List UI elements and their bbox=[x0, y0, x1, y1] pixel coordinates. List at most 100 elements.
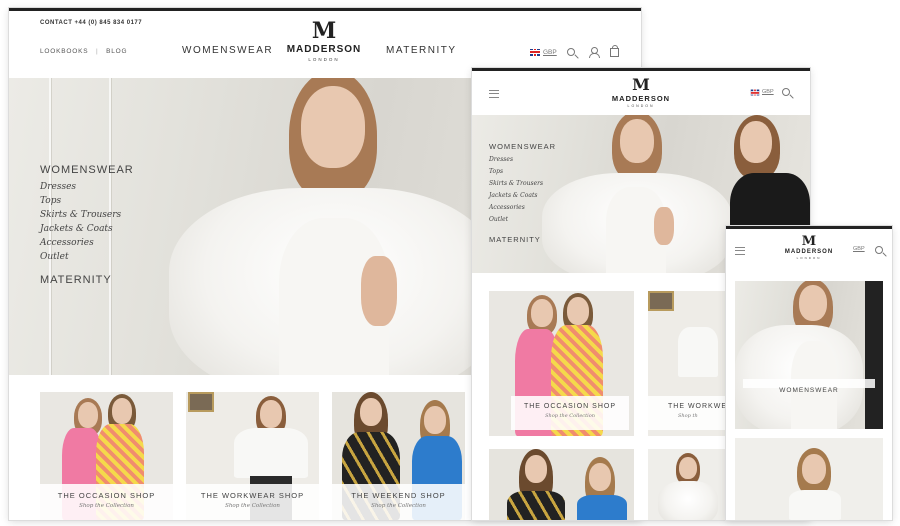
model-face bbox=[531, 299, 553, 327]
search-icon[interactable] bbox=[875, 246, 883, 254]
tile-title: THE OCCASION SHOP bbox=[57, 491, 156, 500]
logo-name: MADDERSON bbox=[611, 94, 671, 103]
currency-selector[interactable]: GBP bbox=[750, 89, 774, 96]
model-face bbox=[260, 400, 282, 428]
wall-painting bbox=[188, 392, 214, 412]
logo-name: MADDERSON bbox=[784, 249, 834, 255]
link-separator: | bbox=[96, 48, 99, 55]
tile-subtitle: Shop the Collection bbox=[225, 503, 280, 509]
tile-subtitle: Shop the Collection bbox=[545, 413, 595, 419]
model-face bbox=[799, 285, 827, 321]
tile-subtitle: Shop the Collection bbox=[371, 503, 426, 509]
tile-title: THE OCCASION SHOP bbox=[523, 403, 617, 410]
model-face bbox=[589, 463, 611, 491]
secondary-links: LOOKBOOKS | BLOG bbox=[40, 48, 127, 55]
hero-menu-title[interactable]: WOMENSWEAR bbox=[489, 142, 556, 151]
hero-menu-item[interactable]: Accessories bbox=[40, 238, 94, 248]
hero-menu-item[interactable]: Outlet bbox=[40, 252, 69, 262]
model-face bbox=[567, 297, 589, 325]
logo-subtitle: LONDON bbox=[627, 104, 655, 108]
currency-label: GBP bbox=[543, 48, 557, 56]
tile-title: THE WORKWEAR SHOP bbox=[200, 491, 305, 500]
tile-title: THE WORKWE bbox=[668, 403, 727, 410]
contact-phone[interactable]: CONTACT +44 (0) 845 834 0177 bbox=[40, 20, 142, 26]
hamburger-menu-icon[interactable] bbox=[489, 90, 499, 98]
occasion-shop-tile[interactable]: THE OCCASION SHOP Shop the Collection bbox=[40, 392, 173, 520]
mobile-top-bar bbox=[726, 226, 892, 229]
tile-title: THE WEEKEND SHOP bbox=[351, 491, 446, 500]
hamburger-menu-icon[interactable] bbox=[735, 247, 745, 255]
tile-caption: THE WORKWEAR SHOP Shop the Collection bbox=[186, 484, 319, 520]
hero-menu-item[interactable]: Jackets & Coats bbox=[489, 192, 537, 199]
mobile-second-tile[interactable] bbox=[735, 438, 883, 520]
logo-mark: M bbox=[632, 75, 650, 94]
search-icon[interactable] bbox=[781, 88, 790, 96]
hero-menu-item[interactable]: Outlet bbox=[489, 216, 508, 223]
logo-mark: M bbox=[801, 234, 817, 249]
model-face bbox=[802, 454, 826, 484]
mobile-brand-logo[interactable]: M MADDERSON LONDON bbox=[782, 235, 836, 260]
fur-jacket bbox=[658, 481, 718, 520]
header-tools: GBP bbox=[530, 44, 619, 58]
nav-womenswear[interactable]: WOMENSWEAR bbox=[182, 45, 273, 56]
hero-menu-item[interactable]: Tops bbox=[489, 168, 503, 175]
search-icon[interactable] bbox=[566, 48, 575, 56]
white-blouse bbox=[234, 428, 308, 478]
weekend-shop-tile[interactable]: THE WEEKEND SHOP Shop the Collection bbox=[332, 392, 465, 520]
currency-label: GBP bbox=[762, 89, 774, 95]
logo-subtitle: LONDON bbox=[796, 256, 822, 260]
logo-mark: M bbox=[311, 18, 337, 44]
brand-logo[interactable]: M MADDERSON LONDON bbox=[284, 20, 364, 62]
logo-name: MADDERSON bbox=[286, 44, 362, 55]
tile-caption: THE WORKWE Shop th bbox=[648, 396, 728, 430]
hero-menu-item[interactable]: Accessories bbox=[489, 204, 525, 211]
tile-subtitle: Shop the Collection bbox=[79, 503, 134, 509]
hero-model bbox=[532, 115, 732, 273]
white-top bbox=[789, 490, 841, 520]
flag-uk-icon bbox=[750, 89, 760, 95]
tile-caption: THE OCCASION SHOP Shop the Collection bbox=[40, 484, 173, 520]
mobile-hero[interactable]: WOMENSWEAR bbox=[735, 281, 883, 429]
hero-menu-item[interactable]: Tops bbox=[40, 196, 61, 206]
tablet-top-bar bbox=[472, 68, 810, 71]
model-face bbox=[78, 402, 98, 428]
mobile-frame: M MADDERSON LONDON GBP WOMENSWEAR bbox=[726, 226, 892, 520]
tablet-weekend-tile[interactable] bbox=[489, 449, 634, 520]
patterned-dress bbox=[507, 491, 565, 520]
user-icon[interactable] bbox=[588, 47, 600, 58]
tablet-occasion-tile[interactable]: THE OCCASION SHOP Shop the Collection bbox=[489, 291, 634, 436]
nav-maternity[interactable]: MATERNITY bbox=[386, 45, 457, 56]
blue-dress bbox=[577, 495, 627, 520]
hero-menu-item[interactable]: Skirts & Trousers bbox=[489, 180, 543, 187]
tile-caption: THE OCCASION SHOP Shop the Collection bbox=[511, 396, 629, 430]
hero-menu-item[interactable]: Jackets & Coats bbox=[40, 224, 113, 234]
lookbooks-link[interactable]: LOOKBOOKS bbox=[40, 48, 88, 55]
model-face bbox=[112, 398, 132, 424]
desktop-top-bar bbox=[9, 8, 641, 11]
hero-menu-item[interactable]: Dresses bbox=[489, 156, 513, 163]
tile-caption: THE WEEKEND SHOP Shop the Collection bbox=[332, 484, 465, 520]
flag-uk-icon bbox=[530, 48, 540, 56]
hero-menu-title[interactable]: WOMENSWEAR bbox=[40, 164, 134, 176]
second-model bbox=[865, 281, 883, 429]
hero-menu-maternity[interactable]: MATERNITY bbox=[489, 235, 541, 244]
hero-label-text: WOMENSWEAR bbox=[779, 387, 839, 394]
mobile-hero-label[interactable]: WOMENSWEAR bbox=[743, 379, 875, 394]
hero-menu-item[interactable]: Dresses bbox=[40, 182, 76, 192]
bag-icon[interactable] bbox=[609, 44, 619, 57]
workwear-shop-tile[interactable]: THE WORKWEAR SHOP Shop the Collection bbox=[186, 392, 319, 520]
model-face bbox=[525, 455, 547, 483]
blog-link[interactable]: BLOG bbox=[106, 48, 127, 55]
currency-label[interactable]: GBP bbox=[853, 246, 865, 252]
tile-subtitle: Shop th bbox=[678, 413, 698, 419]
hero-menu-maternity[interactable]: MATERNITY bbox=[40, 274, 112, 286]
model-face bbox=[679, 457, 697, 479]
model-face bbox=[360, 398, 382, 426]
white-blouse bbox=[678, 327, 718, 377]
hero-menu-item[interactable]: Skirts & Trousers bbox=[40, 210, 121, 220]
tablet-brand-logo[interactable]: M MADDERSON LONDON bbox=[607, 75, 675, 109]
wall-painting bbox=[648, 291, 674, 311]
currency-selector[interactable]: GBP bbox=[530, 48, 557, 56]
hero-model bbox=[129, 78, 499, 375]
tablet-header-tools: GBP bbox=[750, 88, 790, 96]
